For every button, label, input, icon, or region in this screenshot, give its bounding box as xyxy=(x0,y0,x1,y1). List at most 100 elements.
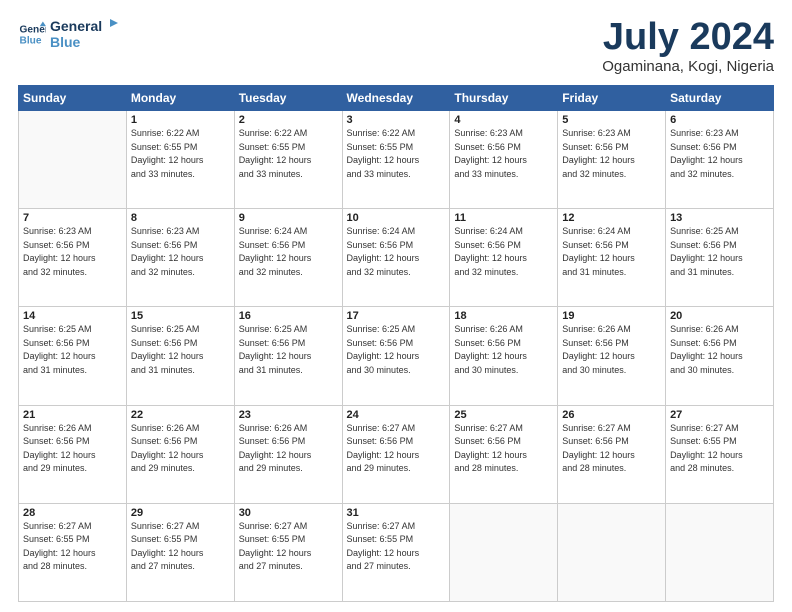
logo-icon: General Blue xyxy=(18,20,46,48)
day-number: 6 xyxy=(670,114,769,126)
day-number: 30 xyxy=(239,507,338,519)
calendar-cell: 20Sunrise: 6:26 AM Sunset: 6:56 PM Dayli… xyxy=(666,307,774,405)
calendar-cell xyxy=(450,503,558,601)
day-info: Sunrise: 6:22 AM Sunset: 6:55 PM Dayligh… xyxy=(239,127,338,181)
day-info: Sunrise: 6:25 AM Sunset: 6:56 PM Dayligh… xyxy=(239,323,338,377)
calendar-cell xyxy=(19,111,127,209)
day-number: 1 xyxy=(131,114,230,126)
day-info: Sunrise: 6:27 AM Sunset: 6:55 PM Dayligh… xyxy=(670,422,769,476)
calendar-cell: 12Sunrise: 6:24 AM Sunset: 6:56 PM Dayli… xyxy=(558,209,666,307)
logo-text-general: General xyxy=(50,18,102,34)
calendar-cell: 5Sunrise: 6:23 AM Sunset: 6:56 PM Daylig… xyxy=(558,111,666,209)
day-info: Sunrise: 6:23 AM Sunset: 6:56 PM Dayligh… xyxy=(23,225,122,279)
calendar-cell: 4Sunrise: 6:23 AM Sunset: 6:56 PM Daylig… xyxy=(450,111,558,209)
day-info: Sunrise: 6:27 AM Sunset: 6:55 PM Dayligh… xyxy=(347,520,446,574)
day-number: 23 xyxy=(239,409,338,421)
day-info: Sunrise: 6:23 AM Sunset: 6:56 PM Dayligh… xyxy=(670,127,769,181)
calendar-cell: 19Sunrise: 6:26 AM Sunset: 6:56 PM Dayli… xyxy=(558,307,666,405)
calendar-cell: 17Sunrise: 6:25 AM Sunset: 6:56 PM Dayli… xyxy=(342,307,450,405)
calendar-cell: 14Sunrise: 6:25 AM Sunset: 6:56 PM Dayli… xyxy=(19,307,127,405)
main-title: July 2024 xyxy=(602,18,774,56)
calendar-cell: 8Sunrise: 6:23 AM Sunset: 6:56 PM Daylig… xyxy=(126,209,234,307)
day-info: Sunrise: 6:26 AM Sunset: 6:56 PM Dayligh… xyxy=(454,323,553,377)
day-number: 7 xyxy=(23,212,122,224)
day-number: 21 xyxy=(23,409,122,421)
title-block: July 2024 Ogaminana, Kogi, Nigeria xyxy=(602,18,774,75)
day-info: Sunrise: 6:26 AM Sunset: 6:56 PM Dayligh… xyxy=(23,422,122,476)
day-number: 27 xyxy=(670,409,769,421)
day-info: Sunrise: 6:23 AM Sunset: 6:56 PM Dayligh… xyxy=(131,225,230,279)
calendar-cell: 22Sunrise: 6:26 AM Sunset: 6:56 PM Dayli… xyxy=(126,405,234,503)
day-info: Sunrise: 6:26 AM Sunset: 6:56 PM Dayligh… xyxy=(670,323,769,377)
week-row-5: 28Sunrise: 6:27 AM Sunset: 6:55 PM Dayli… xyxy=(19,503,774,601)
calendar-cell: 28Sunrise: 6:27 AM Sunset: 6:55 PM Dayli… xyxy=(19,503,127,601)
day-number: 9 xyxy=(239,212,338,224)
header-sunday: Sunday xyxy=(19,86,127,111)
calendar-cell: 30Sunrise: 6:27 AM Sunset: 6:55 PM Dayli… xyxy=(234,503,342,601)
calendar-cell: 6Sunrise: 6:23 AM Sunset: 6:56 PM Daylig… xyxy=(666,111,774,209)
calendar-cell: 1Sunrise: 6:22 AM Sunset: 6:55 PM Daylig… xyxy=(126,111,234,209)
day-info: Sunrise: 6:25 AM Sunset: 6:56 PM Dayligh… xyxy=(347,323,446,377)
subtitle: Ogaminana, Kogi, Nigeria xyxy=(602,58,774,75)
day-info: Sunrise: 6:22 AM Sunset: 6:55 PM Dayligh… xyxy=(131,127,230,181)
calendar-cell: 7Sunrise: 6:23 AM Sunset: 6:56 PM Daylig… xyxy=(19,209,127,307)
header-wednesday: Wednesday xyxy=(342,86,450,111)
header-monday: Monday xyxy=(126,86,234,111)
calendar-cell: 16Sunrise: 6:25 AM Sunset: 6:56 PM Dayli… xyxy=(234,307,342,405)
logo-text-blue: Blue xyxy=(50,34,118,50)
calendar-cell xyxy=(666,503,774,601)
calendar-cell: 25Sunrise: 6:27 AM Sunset: 6:56 PM Dayli… xyxy=(450,405,558,503)
day-number: 14 xyxy=(23,310,122,322)
calendar-cell: 29Sunrise: 6:27 AM Sunset: 6:55 PM Dayli… xyxy=(126,503,234,601)
header-thursday: Thursday xyxy=(450,86,558,111)
day-number: 8 xyxy=(131,212,230,224)
day-info: Sunrise: 6:27 AM Sunset: 6:56 PM Dayligh… xyxy=(347,422,446,476)
calendar-cell: 27Sunrise: 6:27 AM Sunset: 6:55 PM Dayli… xyxy=(666,405,774,503)
day-number: 16 xyxy=(239,310,338,322)
calendar-cell: 15Sunrise: 6:25 AM Sunset: 6:56 PM Dayli… xyxy=(126,307,234,405)
calendar-cell: 26Sunrise: 6:27 AM Sunset: 6:56 PM Dayli… xyxy=(558,405,666,503)
calendar-cell: 18Sunrise: 6:26 AM Sunset: 6:56 PM Dayli… xyxy=(450,307,558,405)
day-number: 15 xyxy=(131,310,230,322)
day-number: 22 xyxy=(131,409,230,421)
calendar-cell xyxy=(558,503,666,601)
day-number: 3 xyxy=(347,114,446,126)
day-number: 20 xyxy=(670,310,769,322)
day-info: Sunrise: 6:26 AM Sunset: 6:56 PM Dayligh… xyxy=(131,422,230,476)
day-info: Sunrise: 6:25 AM Sunset: 6:56 PM Dayligh… xyxy=(23,323,122,377)
day-info: Sunrise: 6:26 AM Sunset: 6:56 PM Dayligh… xyxy=(562,323,661,377)
week-row-1: 1Sunrise: 6:22 AM Sunset: 6:55 PM Daylig… xyxy=(19,111,774,209)
day-number: 17 xyxy=(347,310,446,322)
logo: General Blue General Blue xyxy=(18,18,118,50)
day-info: Sunrise: 6:24 AM Sunset: 6:56 PM Dayligh… xyxy=(347,225,446,279)
day-number: 25 xyxy=(454,409,553,421)
day-info: Sunrise: 6:24 AM Sunset: 6:56 PM Dayligh… xyxy=(454,225,553,279)
calendar-cell: 3Sunrise: 6:22 AM Sunset: 6:55 PM Daylig… xyxy=(342,111,450,209)
calendar-cell: 13Sunrise: 6:25 AM Sunset: 6:56 PM Dayli… xyxy=(666,209,774,307)
day-info: Sunrise: 6:25 AM Sunset: 6:56 PM Dayligh… xyxy=(670,225,769,279)
calendar-cell: 24Sunrise: 6:27 AM Sunset: 6:56 PM Dayli… xyxy=(342,405,450,503)
day-number: 31 xyxy=(347,507,446,519)
header-friday: Friday xyxy=(558,86,666,111)
day-number: 24 xyxy=(347,409,446,421)
calendar-cell: 23Sunrise: 6:26 AM Sunset: 6:56 PM Dayli… xyxy=(234,405,342,503)
day-number: 2 xyxy=(239,114,338,126)
day-info: Sunrise: 6:24 AM Sunset: 6:56 PM Dayligh… xyxy=(562,225,661,279)
day-info: Sunrise: 6:22 AM Sunset: 6:55 PM Dayligh… xyxy=(347,127,446,181)
calendar-cell: 10Sunrise: 6:24 AM Sunset: 6:56 PM Dayli… xyxy=(342,209,450,307)
day-number: 4 xyxy=(454,114,553,126)
header-tuesday: Tuesday xyxy=(234,86,342,111)
day-number: 13 xyxy=(670,212,769,224)
calendar-cell: 9Sunrise: 6:24 AM Sunset: 6:56 PM Daylig… xyxy=(234,209,342,307)
week-row-2: 7Sunrise: 6:23 AM Sunset: 6:56 PM Daylig… xyxy=(19,209,774,307)
calendar-cell: 2Sunrise: 6:22 AM Sunset: 6:55 PM Daylig… xyxy=(234,111,342,209)
calendar-cell: 21Sunrise: 6:26 AM Sunset: 6:56 PM Dayli… xyxy=(19,405,127,503)
calendar-cell: 11Sunrise: 6:24 AM Sunset: 6:56 PM Dayli… xyxy=(450,209,558,307)
day-info: Sunrise: 6:27 AM Sunset: 6:55 PM Dayligh… xyxy=(131,520,230,574)
day-number: 18 xyxy=(454,310,553,322)
day-info: Sunrise: 6:25 AM Sunset: 6:56 PM Dayligh… xyxy=(131,323,230,377)
logo-arrow-icon xyxy=(104,19,118,33)
week-row-3: 14Sunrise: 6:25 AM Sunset: 6:56 PM Dayli… xyxy=(19,307,774,405)
day-info: Sunrise: 6:27 AM Sunset: 6:55 PM Dayligh… xyxy=(23,520,122,574)
day-number: 5 xyxy=(562,114,661,126)
